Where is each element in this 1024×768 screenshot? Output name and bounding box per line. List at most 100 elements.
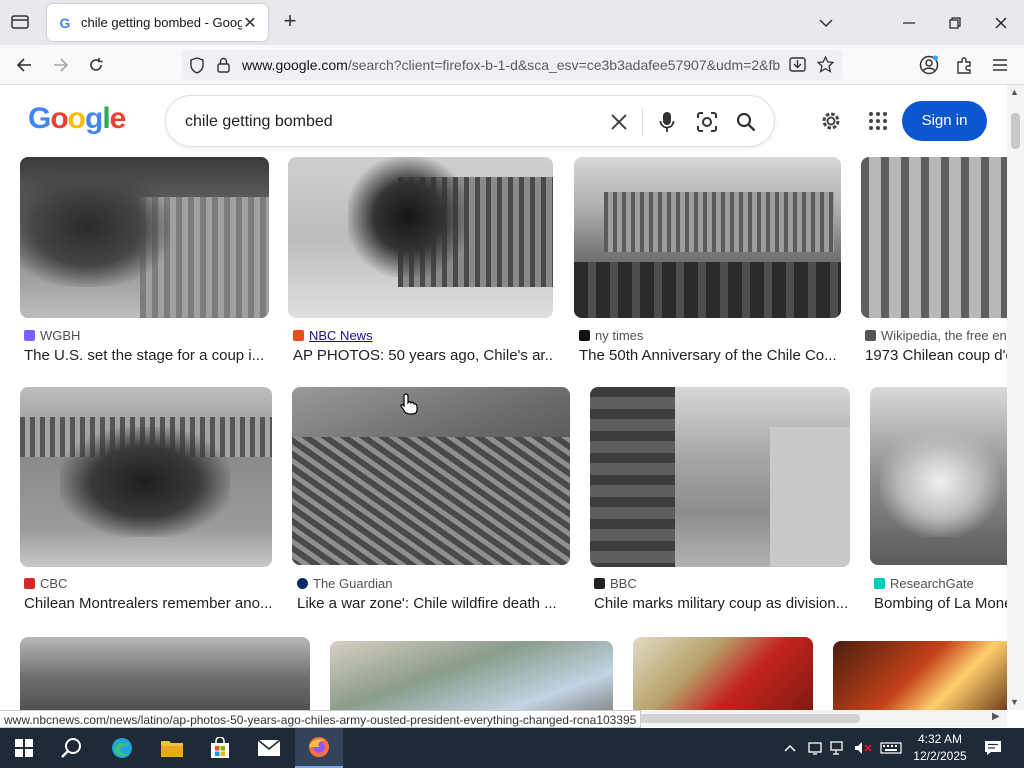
extensions-puzzle-icon[interactable] (951, 52, 977, 78)
mail-envelope-icon[interactable] (245, 728, 293, 768)
result-thumbnail[interactable] (633, 637, 813, 710)
sign-in-button[interactable]: Sign in (902, 101, 987, 141)
save-to-pocket-icon[interactable] (789, 56, 806, 78)
result-source-name: CBC (40, 576, 68, 591)
google-favicon-icon: G (59, 14, 71, 31)
address-bar[interactable]: www.google.com/search?client=firefox-b-1… (182, 50, 842, 80)
result-thumbnail[interactable] (330, 641, 613, 710)
search-magnifier-icon[interactable] (733, 109, 759, 135)
taskbar-clock[interactable]: 4:32 AM 12/2/2025 (910, 731, 970, 765)
account-icon[interactable] (916, 52, 942, 78)
tab-title: chile getting bombed - Google (81, 15, 242, 30)
result-source-name: BBC (610, 576, 637, 591)
result-caption[interactable]: Bombing of La Mone (874, 595, 1007, 612)
url-domain: www.google.com (242, 57, 348, 73)
tray-overflow-chevron-icon[interactable] (780, 728, 800, 768)
result-caption[interactable]: Chile marks military coup as division... (594, 595, 850, 612)
google-apps-grid-icon[interactable] (864, 107, 892, 135)
result-source-name: The Guardian (313, 576, 393, 591)
close-window-button[interactable] (978, 0, 1024, 45)
result-source[interactable]: CBC (24, 576, 67, 591)
cbc-gem-icon (24, 578, 35, 589)
taskbar-search-icon[interactable] (48, 728, 96, 768)
edge-browser-icon[interactable] (98, 728, 146, 768)
minimize-button[interactable] (886, 0, 932, 45)
volume-muted-icon[interactable] (852, 728, 874, 768)
search-box[interactable]: chile getting bombed (165, 95, 775, 147)
bookmark-star-icon[interactable] (816, 55, 835, 78)
file-explorer-folder-icon[interactable] (148, 728, 196, 768)
result-thumbnail[interactable] (20, 387, 272, 567)
result-caption[interactable]: Chilean Montrealers remember ano... (24, 595, 272, 612)
result-thumbnail[interactable] (870, 387, 1007, 565)
result-source[interactable]: NBC News (293, 328, 373, 343)
result-source-name: Wikipedia, the free enc (881, 328, 1007, 343)
clear-search-icon[interactable] (606, 109, 632, 135)
result-thumbnail[interactable] (20, 157, 269, 318)
forward-button[interactable] (48, 52, 74, 78)
scroll-up-arrow-icon[interactable]: ▲ (1010, 87, 1019, 97)
tracking-protection-shield-icon[interactable] (189, 57, 205, 79)
result-thumbnail[interactable] (861, 157, 1007, 318)
tray-device-icon[interactable] (805, 728, 825, 768)
result-source[interactable]: The Guardian (297, 576, 393, 591)
maximize-button[interactable] (932, 0, 978, 45)
lens-camera-icon[interactable] (694, 109, 720, 135)
url-path: /search?client=firefox-b-1-d&sca_esv=ce3… (347, 57, 781, 73)
browser-tab-bar: G chile getting bombed - Google ✕ + (0, 0, 1024, 45)
app-menu-hamburger-icon[interactable] (987, 52, 1013, 78)
result-thumbnail[interactable] (20, 637, 310, 710)
result-caption[interactable]: AP PHOTOS: 50 years ago, Chile's ar... (293, 347, 553, 364)
reload-button[interactable] (83, 52, 109, 78)
result-caption[interactable]: The U.S. set the stage for a coup i... (24, 347, 269, 364)
scroll-right-arrow-icon[interactable]: ▶ (992, 711, 1000, 722)
google-header: Google chile getting bombed Sign in (0, 85, 1007, 157)
lock-icon[interactable] (217, 57, 230, 78)
notifications-icon[interactable] (980, 728, 1006, 768)
clock-date: 12/2/2025 (913, 749, 967, 763)
windows-start-icon[interactable] (0, 728, 48, 768)
tab-list-icon[interactable] (8, 10, 32, 34)
result-thumbnail[interactable] (590, 387, 850, 567)
network-icon[interactable] (828, 728, 848, 768)
microsoft-store-icon[interactable] (196, 728, 244, 768)
tab-overflow-chevron-icon[interactable] (803, 0, 849, 45)
browser-tab-active[interactable]: G chile getting bombed - Google ✕ (47, 4, 268, 41)
vertical-scroll-thumb[interactable] (1011, 113, 1020, 149)
result-source[interactable]: Wikipedia, the free enc (865, 328, 1007, 343)
result-source-name: ny times (595, 328, 644, 343)
google-doodle-logo[interactable]: Google (28, 102, 126, 136)
result-caption[interactable]: Like a war zone': Chile wildfire death .… (297, 595, 570, 612)
screen: G chile getting bombed - Google ✕ + www.… (0, 0, 1024, 768)
result-thumbnail[interactable] (288, 157, 553, 318)
result-thumbnail[interactable] (574, 157, 841, 318)
result-source[interactable]: ResearchGate (874, 576, 974, 591)
result-source[interactable]: ny times (579, 328, 643, 343)
hand-cursor-icon (400, 393, 418, 420)
new-tab-button[interactable]: + (279, 10, 301, 33)
vertical-scrollbar[interactable]: ▲ ▼ (1007, 85, 1024, 710)
image-results-grid: WGBH The U.S. set the stage for a coup i… (0, 157, 1007, 710)
settings-gear-icon[interactable] (817, 107, 845, 135)
result-caption[interactable]: 1973 Chilean coup d'é (865, 347, 1007, 364)
wikipedia-w-icon (865, 330, 876, 341)
nbc-peacock-icon (293, 330, 304, 341)
scroll-down-arrow-icon[interactable]: ▼ (1010, 697, 1019, 707)
url-text[interactable]: www.google.com/search?client=firefox-b-1… (242, 57, 782, 73)
result-source[interactable]: BBC (594, 576, 637, 591)
back-button[interactable] (11, 52, 37, 78)
result-caption[interactable]: The 50th Anniversary of the Chile Co... (579, 347, 841, 364)
search-input[interactable]: chile getting bombed (185, 113, 333, 131)
result-thumbnail[interactable] (833, 641, 1007, 710)
result-source[interactable]: WGBH (24, 328, 80, 343)
bbc-blocks-icon (594, 578, 605, 589)
voice-search-mic-icon[interactable] (654, 109, 680, 135)
windows-taskbar: 4:32 AM 12/2/2025 (0, 728, 1024, 768)
firefox-taskbar-icon[interactable] (295, 728, 343, 768)
clock-time: 4:32 AM (917, 732, 963, 746)
link-status-url: www.nbcnews.com/news/latino/ap-photos-50… (0, 710, 642, 728)
keyboard-layout-icon[interactable] (878, 728, 904, 768)
result-thumbnail[interactable] (292, 387, 570, 565)
tab-close-icon[interactable]: ✕ (242, 13, 258, 33)
result-source-name: ResearchGate (890, 576, 974, 591)
